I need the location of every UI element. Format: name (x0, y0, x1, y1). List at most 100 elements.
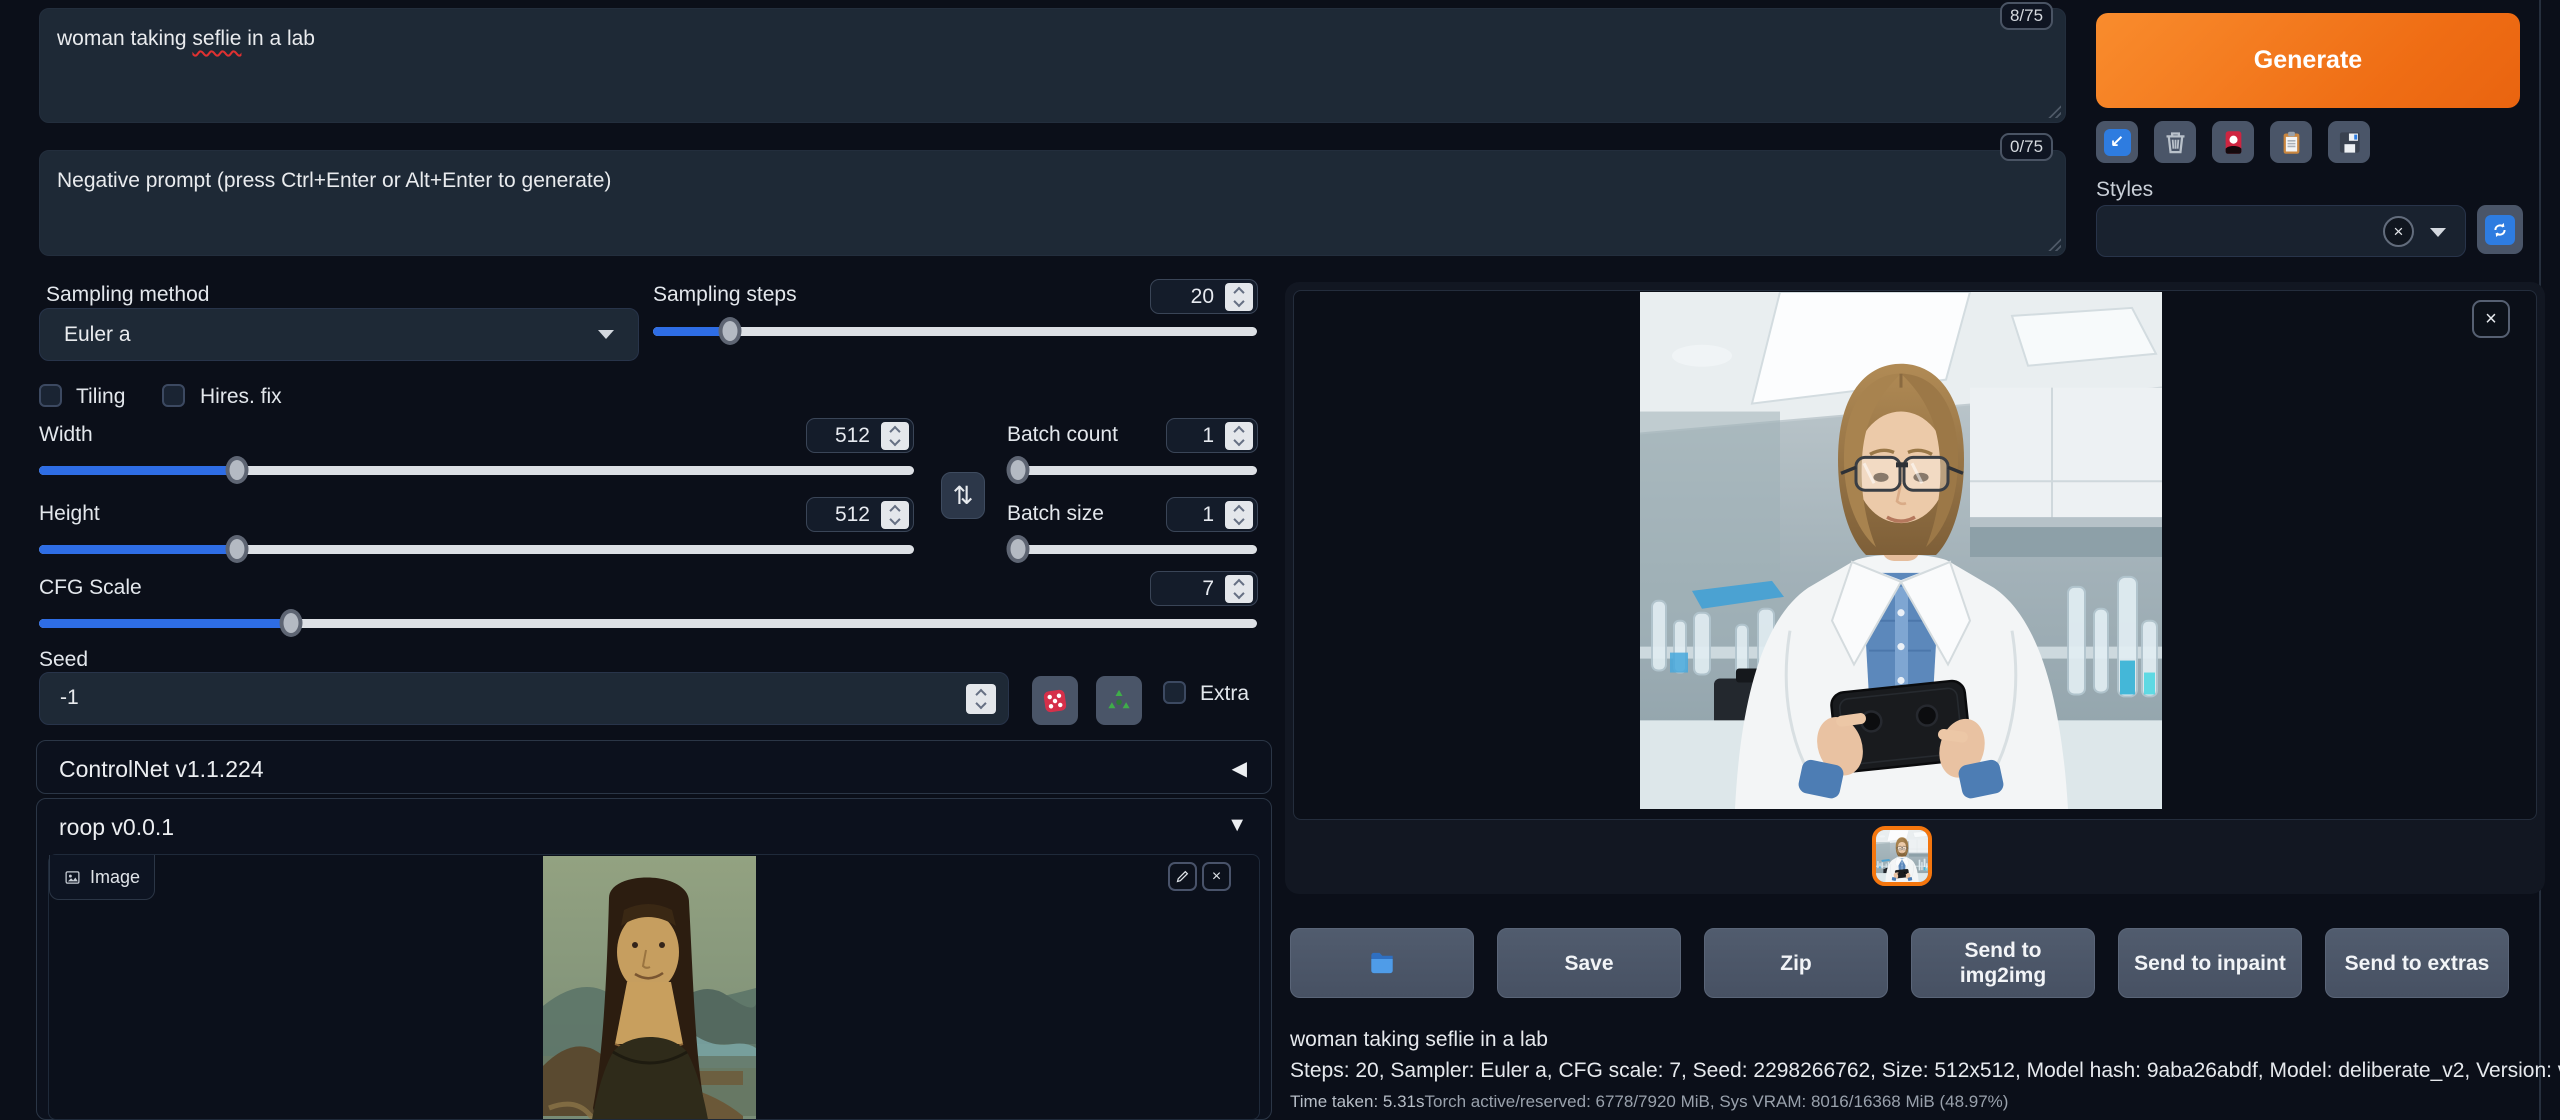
zip-button[interactable]: Zip (1704, 928, 1888, 998)
send-to-img2img-button[interactable]: Send to img2img (1911, 928, 2095, 998)
sampling-method-value: Euler a (64, 323, 131, 347)
sampling-method-dropdown[interactable]: Euler a (39, 308, 639, 361)
styles-clear-button[interactable]: × (2383, 216, 2414, 247)
negative-prompt-input[interactable]: Negative prompt (press Ctrl+Enter or Alt… (39, 150, 2066, 256)
controlnet-accordion[interactable]: ControlNet v1.1.224 ◀ (36, 740, 1272, 794)
swap-arrows-icon: ⇅ (953, 481, 974, 511)
negative-token-counter: 0/75 (2000, 133, 2053, 161)
extra-networks-button[interactable] (2212, 121, 2254, 163)
open-folder-button[interactable] (1290, 928, 1474, 998)
cfg-scale-label: CFG Scale (39, 576, 142, 600)
slider-handle[interactable] (280, 609, 303, 637)
batch-count-input[interactable]: 1 (1166, 418, 1258, 453)
width-slider[interactable] (39, 461, 914, 479)
styles-label: Styles (2096, 178, 2153, 202)
slider-handle[interactable] (719, 317, 742, 345)
prompt-input[interactable]: woman taking seflie in a lab (39, 8, 2066, 123)
folder-icon (1366, 947, 1398, 979)
seed-input[interactable]: -1 (39, 672, 1009, 725)
trash-icon (2162, 129, 2189, 156)
cfg-scale-input[interactable]: 7 (1150, 571, 1258, 606)
number-spinner[interactable] (881, 501, 909, 529)
extra-networks-card-icon (2220, 129, 2247, 156)
swap-width-height-button[interactable]: ⇅ (941, 472, 985, 519)
sampling-steps-label: Sampling steps (653, 283, 797, 307)
number-spinner[interactable] (1225, 575, 1253, 603)
resize-grip[interactable] (2046, 236, 2061, 251)
generated-image[interactable] (1640, 292, 2162, 809)
width-label: Width (39, 423, 93, 447)
refresh-styles-button[interactable] (2477, 205, 2523, 254)
clear-image-button[interactable]: × (1202, 862, 1231, 891)
number-spinner[interactable] (966, 684, 996, 714)
roop-image-dropzone[interactable] (48, 854, 1260, 1120)
width-input[interactable]: 512 (806, 418, 914, 453)
hires-fix-checkbox[interactable] (162, 384, 185, 407)
vram-stats: Torch active/reserved: 6778/7920 MiB, Sy… (1425, 1092, 2009, 1111)
height-input[interactable]: 512 (806, 497, 914, 532)
image-tab-icon (64, 869, 81, 886)
gallery-thumbnail-selected[interactable] (1872, 826, 1932, 886)
misspelled-word: seflie (192, 27, 241, 50)
accordion-collapsed-icon: ◀ (1232, 756, 1247, 781)
send-to-extras-button[interactable]: Send to extras (2325, 928, 2509, 998)
slider-handle[interactable] (1007, 456, 1030, 484)
batch-size-input[interactable]: 1 (1166, 497, 1258, 532)
batch-size-label: Batch size (1007, 502, 1104, 526)
hires-fix-label: Hires. fix (200, 385, 282, 409)
number-spinner[interactable] (1225, 501, 1253, 529)
clipboard-icon (2278, 129, 2305, 156)
extra-seed-label: Extra (1200, 682, 1249, 706)
batch-size-slider[interactable] (1007, 540, 1257, 558)
extra-seed-checkbox[interactable] (1163, 681, 1186, 704)
tiling-checkbox[interactable] (39, 384, 62, 407)
slider-handle[interactable] (1007, 535, 1030, 563)
styles-caret-icon[interactable] (2430, 228, 2446, 237)
save-style-icon (2336, 129, 2363, 156)
resize-grip[interactable] (2046, 103, 2061, 118)
apply-style-button[interactable] (2270, 121, 2312, 163)
roop-accordion-title: roop v0.0.1 (59, 814, 174, 841)
paste-params-button[interactable]: ↙ (2096, 121, 2138, 163)
negative-prompt-placeholder: Negative prompt (press Ctrl+Enter or Alt… (57, 169, 611, 193)
height-slider[interactable] (39, 540, 914, 558)
roop-reference-image (543, 856, 756, 1120)
controlnet-accordion-title: ControlNet v1.1.224 (59, 756, 264, 783)
dice-icon (1041, 687, 1069, 715)
send-to-inpaint-button[interactable]: Send to inpaint (2118, 928, 2302, 998)
paste-icon: ↙ (2104, 129, 2131, 156)
roop-image-tab[interactable]: Image (49, 855, 155, 900)
clear-prompt-button[interactable] (2154, 121, 2196, 163)
sampling-method-label: Sampling method (46, 283, 209, 307)
roop-image-tab-label: Image (90, 867, 140, 888)
number-spinner[interactable] (1225, 283, 1253, 311)
pencil-icon (1175, 869, 1190, 884)
time-taken: Time taken: 5.31s (1290, 1092, 1425, 1111)
gallery-close-button[interactable]: × (2472, 300, 2510, 338)
number-spinner[interactable] (1225, 422, 1253, 450)
slider-handle[interactable] (225, 456, 248, 484)
info-params-text: Steps: 20, Sampler: Euler a, CFG scale: … (1290, 1059, 2560, 1083)
height-label: Height (39, 502, 100, 526)
batch-count-label: Batch count (1007, 423, 1118, 447)
edit-image-button[interactable] (1168, 862, 1197, 891)
sampling-steps-slider[interactable] (653, 322, 1257, 340)
number-spinner[interactable] (881, 422, 909, 450)
save-style-button[interactable] (2328, 121, 2370, 163)
tiling-label: Tiling (76, 385, 125, 409)
prompt-text: woman taking seflie in a lab (57, 27, 315, 51)
cfg-scale-slider[interactable] (39, 614, 1257, 632)
recycle-icon (1105, 687, 1133, 715)
sampling-steps-input[interactable]: 20 (1150, 279, 1258, 314)
generate-button[interactable]: Generate (2096, 13, 2520, 108)
info-performance-text: Time taken: 5.31sTorch active/reserved: … (1290, 1092, 2008, 1112)
random-seed-button[interactable] (1032, 676, 1078, 725)
slider-handle[interactable] (225, 535, 248, 563)
txt2img-page: woman taking seflie in a lab 8/75 Negati… (0, 0, 2560, 1120)
save-button[interactable]: Save (1497, 928, 1681, 998)
prompt-token-counter: 8/75 (2000, 2, 2053, 30)
chevron-down-icon (598, 330, 614, 339)
seed-label: Seed (39, 648, 88, 672)
reuse-seed-button[interactable] (1096, 676, 1142, 725)
batch-count-slider[interactable] (1007, 461, 1257, 479)
